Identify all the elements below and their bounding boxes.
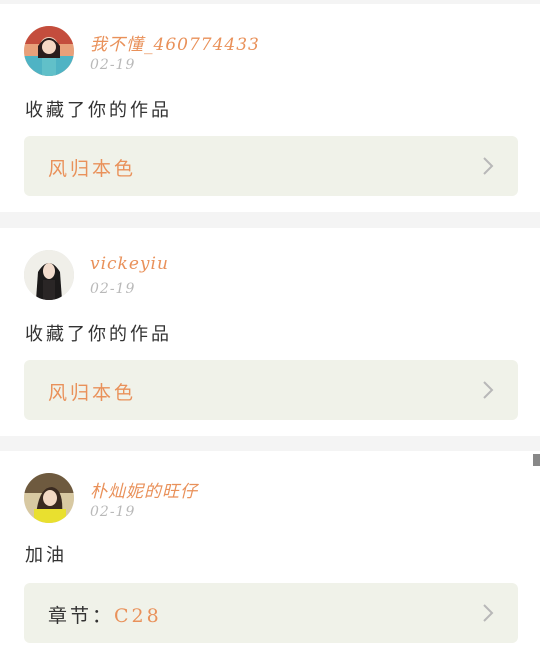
chevron-right-icon xyxy=(483,381,494,399)
comment-message: 收藏了你的作品 xyxy=(25,324,172,345)
chapter-title: 章节：C28 xyxy=(48,601,162,628)
comment-card: 朴灿妮的旺仔 02-19 加油 章节：C28 xyxy=(0,451,540,645)
chapter-reference-link[interactable]: 章节：C28 xyxy=(24,583,518,643)
scrollbar-thumb[interactable] xyxy=(531,454,540,466)
comment-message: 加油 xyxy=(25,545,67,566)
avatar[interactable] xyxy=(24,473,74,523)
work-title: 风归本色 xyxy=(48,378,136,405)
avatar[interactable] xyxy=(24,26,74,76)
work-reference-link[interactable]: 风归本色 xyxy=(24,360,518,420)
chevron-right-icon xyxy=(483,157,494,175)
comment-date: 02-19 xyxy=(90,281,136,297)
chevron-right-icon xyxy=(483,604,494,622)
avatar[interactable] xyxy=(24,250,74,300)
reference-value: 风归本色 xyxy=(48,382,137,404)
reference-value: 风归本色 xyxy=(48,158,137,180)
reference-prefix: 章节： xyxy=(48,605,115,627)
comment-card: 我不懂_460774433 02-19 收藏了你的作品 风归本色 xyxy=(0,4,540,212)
username[interactable]: vickeyiu xyxy=(90,254,169,274)
work-reference-link[interactable]: 风归本色 xyxy=(24,136,518,196)
username[interactable]: 朴灿妮的旺仔 xyxy=(90,477,198,502)
comment-date: 02-19 xyxy=(90,57,136,73)
comment-card: vickeyiu 02-19 收藏了你的作品 风归本色 xyxy=(0,228,540,436)
comment-date: 02-19 xyxy=(90,504,136,520)
reference-value: C28 xyxy=(114,605,162,627)
username[interactable]: 我不懂_460774433 xyxy=(90,30,260,55)
work-title: 风归本色 xyxy=(48,154,136,181)
comment-message: 收藏了你的作品 xyxy=(25,100,172,121)
